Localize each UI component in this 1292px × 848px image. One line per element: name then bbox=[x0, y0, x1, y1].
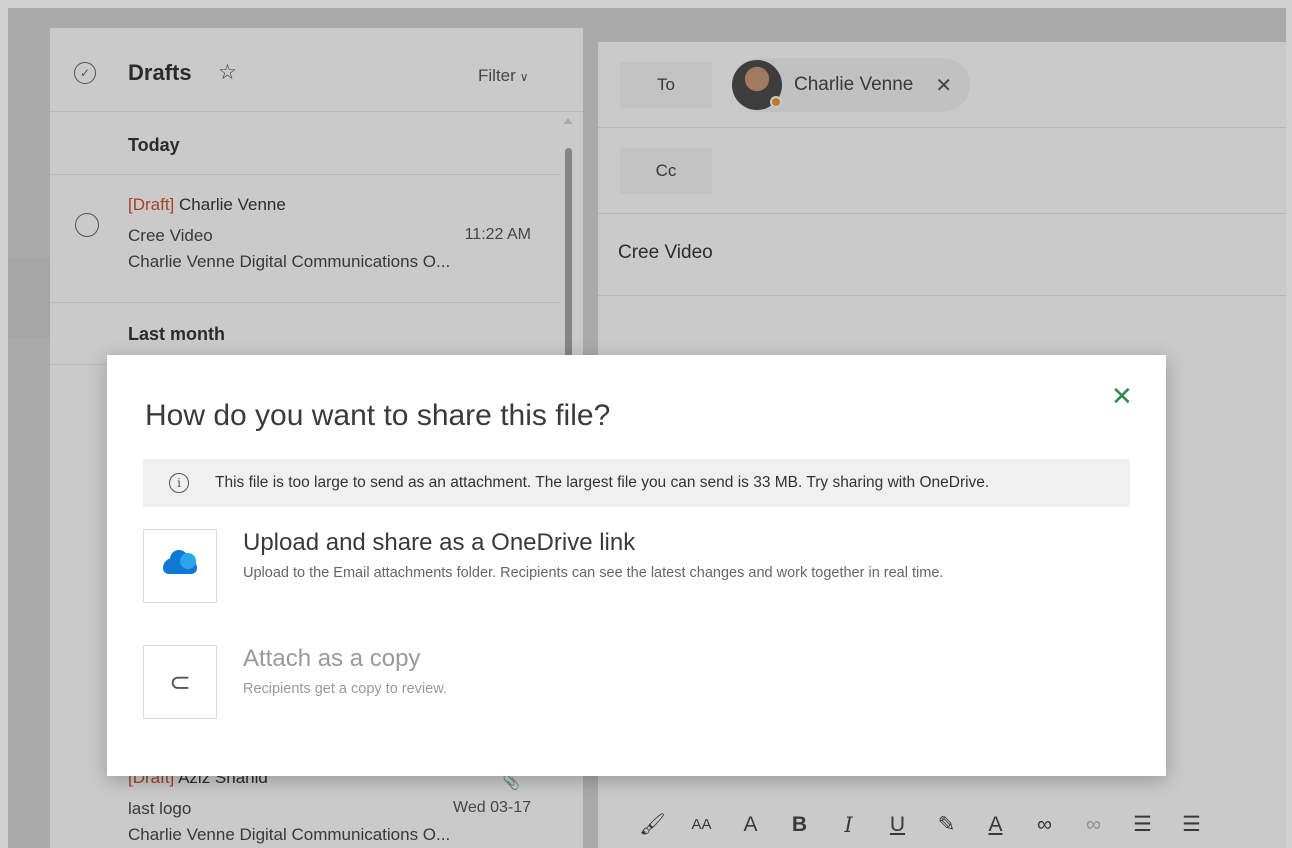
info-text: This file is too large to send as an att… bbox=[215, 474, 990, 491]
option-title: Upload and share as a OneDrive link bbox=[243, 529, 636, 556]
option-icon-box: ⊂ bbox=[143, 645, 217, 719]
close-icon[interactable]: ✕ bbox=[1111, 383, 1133, 409]
attach-copy-option[interactable]: ⊂ Attach as a copy Recipients get a copy… bbox=[143, 645, 1103, 719]
option-title: Attach as a copy bbox=[243, 645, 421, 672]
onedrive-link-option[interactable]: Upload and share as a OneDrive link Uplo… bbox=[143, 529, 1103, 603]
option-description: Upload to the Email attachments folder. … bbox=[243, 565, 944, 581]
dialog-title: How do you want to share this file? bbox=[145, 399, 611, 432]
option-icon-box bbox=[143, 529, 217, 603]
paperclip-icon: ⊂ bbox=[169, 666, 191, 697]
onedrive-cloud-icon bbox=[163, 550, 197, 574]
info-banner: i This file is too large to send as an a… bbox=[143, 459, 1130, 507]
share-file-dialog: How do you want to share this file? ✕ i … bbox=[107, 355, 1166, 776]
option-description: Recipients get a copy to review. bbox=[243, 681, 447, 697]
info-icon: i bbox=[169, 473, 189, 493]
